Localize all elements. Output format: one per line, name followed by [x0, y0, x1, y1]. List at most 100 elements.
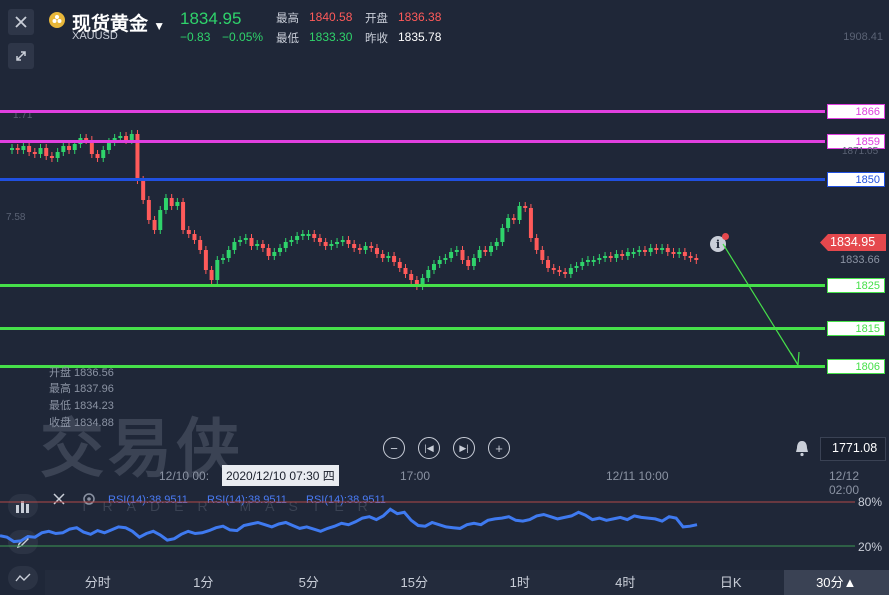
candle-body [608, 256, 613, 258]
timeframe-tab-6[interactable]: 日K [678, 570, 784, 595]
candle-body [289, 240, 294, 242]
candle-body [255, 244, 260, 246]
rsi-chart[interactable] [0, 490, 855, 570]
candle-body [580, 262, 585, 266]
candle-body [437, 260, 442, 264]
time-cursor-label: 2020/12/10 07:30 四 [222, 465, 339, 486]
low-value: 1833.30 [309, 30, 353, 44]
level-line-1825[interactable] [0, 284, 825, 287]
candle-body [152, 220, 157, 230]
watermark-logo: 交易侠 [40, 413, 244, 485]
candle-body [272, 252, 277, 256]
candle-body [238, 240, 243, 242]
ghost-label-right-1: 1871.05 [842, 146, 879, 157]
prev-close-label: 昨收 [365, 33, 388, 45]
candle-body [631, 252, 636, 254]
candle-body [203, 250, 208, 270]
level-line-1815[interactable] [0, 327, 825, 330]
candle-body [209, 270, 214, 280]
high-value: 1840.58 [309, 10, 353, 24]
candle-body [483, 250, 488, 252]
candle-body [226, 250, 231, 258]
candle-body [431, 264, 436, 270]
time-label-1: 12/10 00: [159, 469, 210, 483]
candle-body [648, 248, 653, 252]
candle-body [106, 142, 111, 150]
candle-body [283, 242, 288, 248]
candle-body [215, 260, 220, 280]
candle-body [10, 148, 14, 150]
level-label-1806: 1806 [827, 359, 885, 374]
projection-arrow[interactable] [715, 240, 835, 380]
candle-body [568, 268, 573, 274]
candle-body [500, 228, 505, 242]
timeframe-tab-2[interactable]: 5分 [256, 570, 362, 595]
low-label: 最低 [276, 33, 299, 45]
alert-dot [722, 233, 729, 240]
candle-body [494, 242, 499, 246]
timeframe-tab-4[interactable]: 1时 [467, 570, 573, 595]
level-label-1866: 1866 [827, 104, 885, 119]
candle-body [260, 244, 265, 248]
timeframe-bar: 分时 1分 5分 15分 1时 4时 日K 30分▲ [45, 570, 889, 595]
current-price-label: 1834.95 [830, 235, 876, 249]
candle-body [72, 144, 77, 150]
timeframe-tab-1[interactable]: 1分 [151, 570, 257, 595]
candle-body [141, 180, 146, 200]
candle-body [603, 256, 608, 258]
gold-coin-icon [48, 11, 66, 29]
bell-icon[interactable] [793, 439, 811, 457]
candle-body [186, 230, 191, 234]
fullscreen-button[interactable] [8, 43, 34, 69]
timeframe-tab-7[interactable]: 30分▲ [783, 570, 889, 595]
level-line-1866[interactable] [0, 110, 825, 113]
candlestick-chart[interactable] [0, 90, 825, 360]
candle-body [454, 250, 459, 252]
candle-body [409, 274, 414, 280]
level-line-1859[interactable] [0, 140, 825, 143]
zoom-in-button[interactable]: + [488, 437, 510, 459]
level-label-1815: 1815 [827, 321, 885, 336]
candle-body [21, 146, 26, 150]
jump-end-button[interactable]: ▶| [453, 437, 475, 459]
jump-start-button[interactable]: |◀ [418, 437, 440, 459]
candle-body [460, 250, 465, 260]
candle-body [329, 244, 334, 246]
candle-body [169, 198, 174, 206]
level-line-1806[interactable] [0, 365, 825, 368]
close-button[interactable] [8, 9, 34, 35]
plus-icon: + [495, 440, 503, 456]
candle-body [403, 268, 408, 274]
candle-body [49, 156, 54, 158]
candle-body [534, 238, 539, 250]
skip-back-icon: |◀ [424, 442, 434, 453]
ohlc-open: 开盘 1836.56 [49, 367, 114, 379]
candle-body [557, 270, 562, 272]
candle-body [243, 238, 248, 240]
candle-body [295, 236, 300, 240]
timeframe-tab-5[interactable]: 4时 [573, 570, 679, 595]
candle-body [471, 258, 476, 266]
candle-body [312, 234, 317, 238]
candle-body [677, 252, 682, 254]
skip-forward-icon: ▶| [459, 442, 469, 453]
timeframe-tab-0[interactable]: 分时 [45, 570, 151, 595]
zoom-out-button[interactable]: − [383, 437, 405, 459]
candle-body [523, 206, 528, 208]
candle-body [198, 240, 203, 250]
price-change-pct: −0.05% [222, 30, 264, 44]
candle-body [694, 258, 699, 260]
timeframe-tab-3[interactable]: 15分 [362, 570, 468, 595]
candle-body [392, 256, 397, 262]
candle-body [591, 260, 596, 262]
open-value: 1836.38 [398, 10, 442, 24]
candle-body [192, 234, 197, 240]
candle-body [232, 242, 237, 250]
candle-body [563, 272, 568, 274]
candle-body [95, 154, 100, 158]
candle-body [654, 248, 659, 250]
candle-body [660, 248, 665, 250]
candle-body [506, 218, 511, 228]
level-line-1850[interactable] [0, 178, 825, 181]
candle-body [443, 258, 448, 260]
